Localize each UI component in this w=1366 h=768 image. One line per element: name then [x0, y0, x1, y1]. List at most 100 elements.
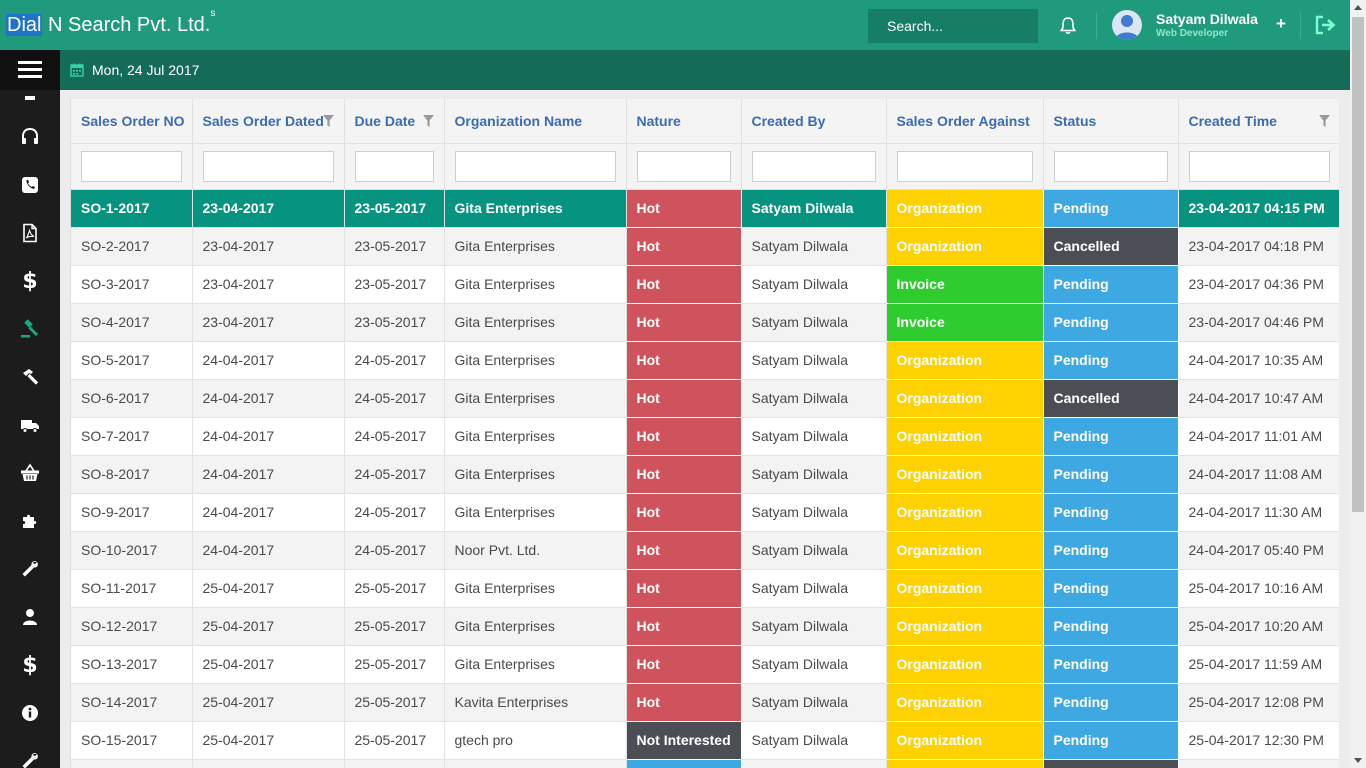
- cell-sales-order-against: Organization: [885, 226, 1044, 266]
- filter-input-sales-order-dated[interactable]: [202, 150, 334, 182]
- wrench-icon: [22, 753, 38, 768]
- table-row[interactable]: SO-13-2017 25-04-2017 25-05-2017 Gita Enter…: [71, 644, 1339, 684]
- column-header-sales-order-dated[interactable]: Sales Order Dated: [192, 99, 345, 144]
- table-row[interactable]: SO-15-2017 25-04-2017 25-05-2017 gtech pro N…: [71, 720, 1339, 760]
- column-header-label: Organization Name: [454, 112, 583, 129]
- sidebar-item-documents[interactable]: [0, 209, 60, 257]
- cell-created-time: 23-04-2017 04:36 PM: [1178, 265, 1339, 304]
- column-header-label: Status: [1053, 112, 1097, 129]
- user-name[interactable]: Satyam Dilwala: [1156, 11, 1258, 27]
- basket-icon: [21, 463, 39, 481]
- filter-funnel-icon[interactable]: [322, 115, 334, 127]
- cell-nature: Hot: [625, 568, 742, 608]
- cell-status: Pending: [1042, 264, 1179, 304]
- cell-due-date: 24-05-2017: [344, 493, 445, 532]
- logout-icon[interactable]: [1314, 15, 1336, 35]
- filter-input-sales-order-no[interactable]: [81, 150, 182, 182]
- table-row[interactable]: [71, 758, 1339, 768]
- table-row[interactable]: SO-7-2017 24-04-2017 24-05-2017 Gita Enterp…: [71, 416, 1339, 456]
- table-row[interactable]: SO-12-2017 25-04-2017 25-05-2017 Gita Enter…: [71, 606, 1339, 646]
- table-row[interactable]: SO-4-2017 23-04-2017 23-05-2017 Gita Enterp…: [71, 302, 1339, 342]
- cell-due-date: 24-05-2017: [344, 379, 445, 418]
- cell-nature: Hot: [625, 340, 742, 380]
- cell-organization-name: Gita Enterprises: [444, 189, 627, 228]
- sidebar-item-settings[interactable]: [0, 545, 60, 593]
- filter-input-due-date[interactable]: [354, 150, 434, 182]
- cell-sales-order-against: [885, 758, 1044, 768]
- filter-input-nature[interactable]: [636, 150, 731, 182]
- sidebar-item-finance[interactable]: $: [0, 257, 60, 305]
- sidebar-item-sales-orders[interactable]: [0, 305, 60, 353]
- cell-organization-name: [444, 759, 627, 768]
- table-row[interactable]: SO-5-2017 24-04-2017 24-05-2017 Gita Enterp…: [71, 340, 1339, 380]
- cell-created-by: Satyam Dilwala: [741, 645, 887, 684]
- cell-nature: Hot: [625, 378, 742, 418]
- sidebar-item-configuration[interactable]: [0, 737, 60, 768]
- table-row[interactable]: SO-1-2017 23-04-2017 23-05-2017 Gita Enterp…: [71, 188, 1339, 228]
- table-row[interactable]: SO-11-2017 25-04-2017 25-05-2017 Gita Enter…: [71, 568, 1339, 608]
- avatar[interactable]: [1112, 10, 1142, 40]
- cell-status: Pending: [1042, 530, 1179, 570]
- cell-sales-order-dated: 25-04-2017: [192, 645, 345, 684]
- gavel-icon: [21, 319, 39, 338]
- cell-sales-order-dated: 24-04-2017: [192, 531, 345, 570]
- hamburger-line: [18, 61, 42, 64]
- filter-input-sales-order-against[interactable]: [896, 150, 1033, 182]
- filter-row: [71, 143, 1339, 190]
- scroll-thumb[interactable]: [1352, 17, 1364, 512]
- menu-toggle-button[interactable]: [0, 50, 60, 90]
- table-row[interactable]: SO-9-2017 24-04-2017 24-05-2017 Gita Enterp…: [71, 492, 1339, 532]
- cell-created-time: 24-04-2017 11:08 AM: [1178, 455, 1339, 494]
- cell-created-time: 23-04-2017 04:18 PM: [1178, 227, 1339, 266]
- filter-input-created-time[interactable]: [1188, 150, 1330, 182]
- cell-sales-order-no: SO-13-2017: [71, 645, 193, 684]
- cell-status: Pending: [1042, 340, 1179, 380]
- column-header-created-by[interactable]: Created By: [741, 99, 887, 144]
- brand-logo[interactable]: Dial N Search Pvt. Ltd.s: [6, 8, 215, 37]
- filter-input-organization-name[interactable]: [454, 150, 616, 182]
- cell-nature: Hot: [625, 264, 742, 304]
- filter-input-status[interactable]: [1053, 150, 1168, 182]
- sidebar-item-modules[interactable]: [0, 497, 60, 545]
- cell-sales-order-against: Organization: [885, 720, 1044, 760]
- column-header-created-time[interactable]: Created Time: [1178, 99, 1339, 144]
- column-header-sales-order-against[interactable]: Sales Order Against: [886, 99, 1044, 144]
- sidebar-item-tools[interactable]: [0, 353, 60, 401]
- plus-icon[interactable]: +: [1276, 14, 1286, 34]
- cell-sales-order-dated: 25-04-2017: [192, 569, 345, 608]
- bell-icon[interactable]: [1058, 16, 1078, 36]
- sidebar-item-calls[interactable]: [0, 161, 60, 209]
- column-header-sales-order-no[interactable]: Sales Order NO: [71, 99, 193, 144]
- table-row[interactable]: SO-10-2017 24-04-2017 24-05-2017 Noor Pvt. …: [71, 530, 1339, 570]
- cell-nature: Not Interested: [625, 720, 742, 760]
- filter-funnel-icon[interactable]: [1318, 115, 1330, 127]
- search-input[interactable]: [868, 9, 1038, 43]
- brand-name: N Search Pvt. Ltd.: [42, 14, 211, 36]
- filter-funnel-icon[interactable]: [422, 115, 434, 127]
- filter-cell: [741, 143, 887, 190]
- cell-status: Pending: [1042, 302, 1179, 342]
- cell-organization-name: Gita Enterprises: [444, 645, 627, 684]
- table-row[interactable]: SO-3-2017 23-04-2017 23-05-2017 Gita Enterp…: [71, 264, 1339, 304]
- sales-order-table: Sales Order NO Sales Order Dated Due Dat…: [71, 99, 1339, 768]
- cell-sales-order-against: Organization: [885, 340, 1044, 380]
- table-row[interactable]: SO-14-2017 25-04-2017 25-05-2017 Kavita Ent…: [71, 682, 1339, 722]
- sidebar-item-purchase[interactable]: [0, 449, 60, 497]
- column-header-organization-name[interactable]: Organization Name: [444, 99, 627, 144]
- cell-sales-order-no: SO-8-2017: [71, 455, 193, 494]
- sidebar-item-payments[interactable]: $: [0, 641, 60, 689]
- sidebar-item-delivery[interactable]: [0, 401, 60, 449]
- filter-input-created-by[interactable]: [751, 150, 876, 182]
- sidebar-item-info[interactable]: [0, 689, 60, 737]
- column-header-status[interactable]: Status: [1043, 99, 1179, 144]
- table-row[interactable]: SO-2-2017 23-04-2017 23-05-2017 Gita Enterp…: [71, 226, 1339, 266]
- scroll-up-arrow-icon[interactable]: [1354, 5, 1362, 10]
- column-header-due-date[interactable]: Due Date: [344, 99, 445, 144]
- sidebar-item-support[interactable]: [0, 113, 60, 161]
- page-scrollbar[interactable]: [1350, 0, 1366, 768]
- table-row[interactable]: SO-8-2017 24-04-2017 24-05-2017 Gita Enterp…: [71, 454, 1339, 494]
- column-header-nature[interactable]: Nature: [626, 99, 742, 144]
- scroll-down-arrow-icon[interactable]: [1354, 758, 1362, 763]
- sidebar-item-users[interactable]: [0, 593, 60, 641]
- table-row[interactable]: SO-6-2017 24-04-2017 24-05-2017 Gita Enterp…: [71, 378, 1339, 418]
